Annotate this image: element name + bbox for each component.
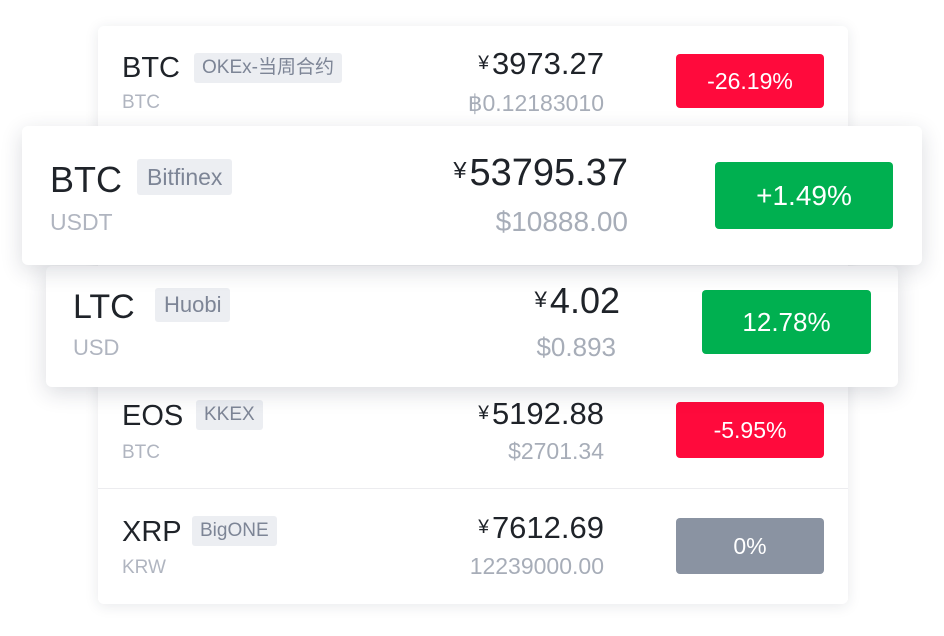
converted-price: $10888.00: [495, 206, 628, 237]
price-value: 7612.69: [491, 510, 604, 545]
price-value: 3973.27: [491, 46, 604, 81]
price-value: 5192.88: [491, 396, 604, 431]
change-badge[interactable]: 0%: [676, 518, 824, 574]
converted-price: ฿0.12183010: [467, 90, 604, 116]
price-cny: ¥3973.27: [478, 46, 604, 82]
coin-symbol: LTC: [73, 288, 135, 326]
price-value: 53795.37: [469, 152, 629, 194]
change-badge[interactable]: +1.49%: [715, 162, 893, 229]
yen-sign: ¥: [478, 52, 489, 74]
change-badge[interactable]: 12.78%: [702, 290, 871, 354]
ticker-stage: BTC OKEx-当周合约 BTC ¥3973.27 ฿0.12183010 -…: [0, 0, 944, 636]
converted-price: $0.893: [536, 332, 616, 362]
price-cny: ¥5192.88: [478, 396, 604, 432]
price-value: 4.02: [549, 280, 620, 321]
change-badge[interactable]: -5.95%: [676, 402, 824, 458]
coin-symbol: BTC: [50, 159, 122, 200]
coin-symbol: BTC: [122, 52, 180, 84]
yen-sign: ¥: [478, 402, 489, 424]
exchange-tag: Huobi: [155, 288, 231, 322]
yen-sign: ¥: [478, 516, 489, 538]
quote-currency: BTC: [122, 92, 160, 113]
quote-currency: USDT: [50, 209, 113, 235]
converted-price: $2701.34: [508, 438, 604, 464]
exchange-tag: BigONE: [192, 516, 277, 546]
quote-currency: BTC: [122, 442, 160, 463]
quote-currency: KRW: [122, 557, 166, 578]
exchange-tag: KKEX: [196, 400, 263, 430]
ticker-row-btc-okex[interactable]: BTC OKEx-当周合约 BTC ¥3973.27 ฿0.12183010 -…: [98, 30, 848, 126]
price-cny: ¥7612.69: [478, 510, 604, 546]
change-badge[interactable]: -26.19%: [676, 54, 824, 108]
ticker-row-eos-kkex[interactable]: EOS KKEX BTC ¥5192.88 $2701.34 -5.95%: [98, 390, 848, 486]
price-cny: ¥4.02: [535, 280, 621, 322]
yen-sign: ¥: [453, 157, 467, 184]
row-divider: [98, 488, 848, 489]
coin-symbol: XRP: [122, 516, 182, 548]
converted-price: 12239000.00: [469, 553, 604, 579]
quote-currency: USD: [73, 335, 120, 360]
ticker-row-btc-bitfinex[interactable]: BTC Bitfinex USDT ¥53795.37 $10888.00 +1…: [22, 126, 922, 265]
coin-symbol: EOS: [122, 400, 184, 432]
ticker-row-xrp-bigone[interactable]: XRP BigONE KRW ¥7612.69 12239000.00 0%: [98, 490, 848, 600]
exchange-tag: Bitfinex: [137, 159, 233, 195]
exchange-tag: OKEx-当周合约: [194, 53, 342, 83]
ticker-row-ltc-huobi[interactable]: LTC Huobi USD ¥4.02 $0.893 12.78%: [46, 266, 898, 387]
yen-sign: ¥: [534, 286, 547, 312]
price-cny: ¥53795.37: [453, 152, 628, 195]
